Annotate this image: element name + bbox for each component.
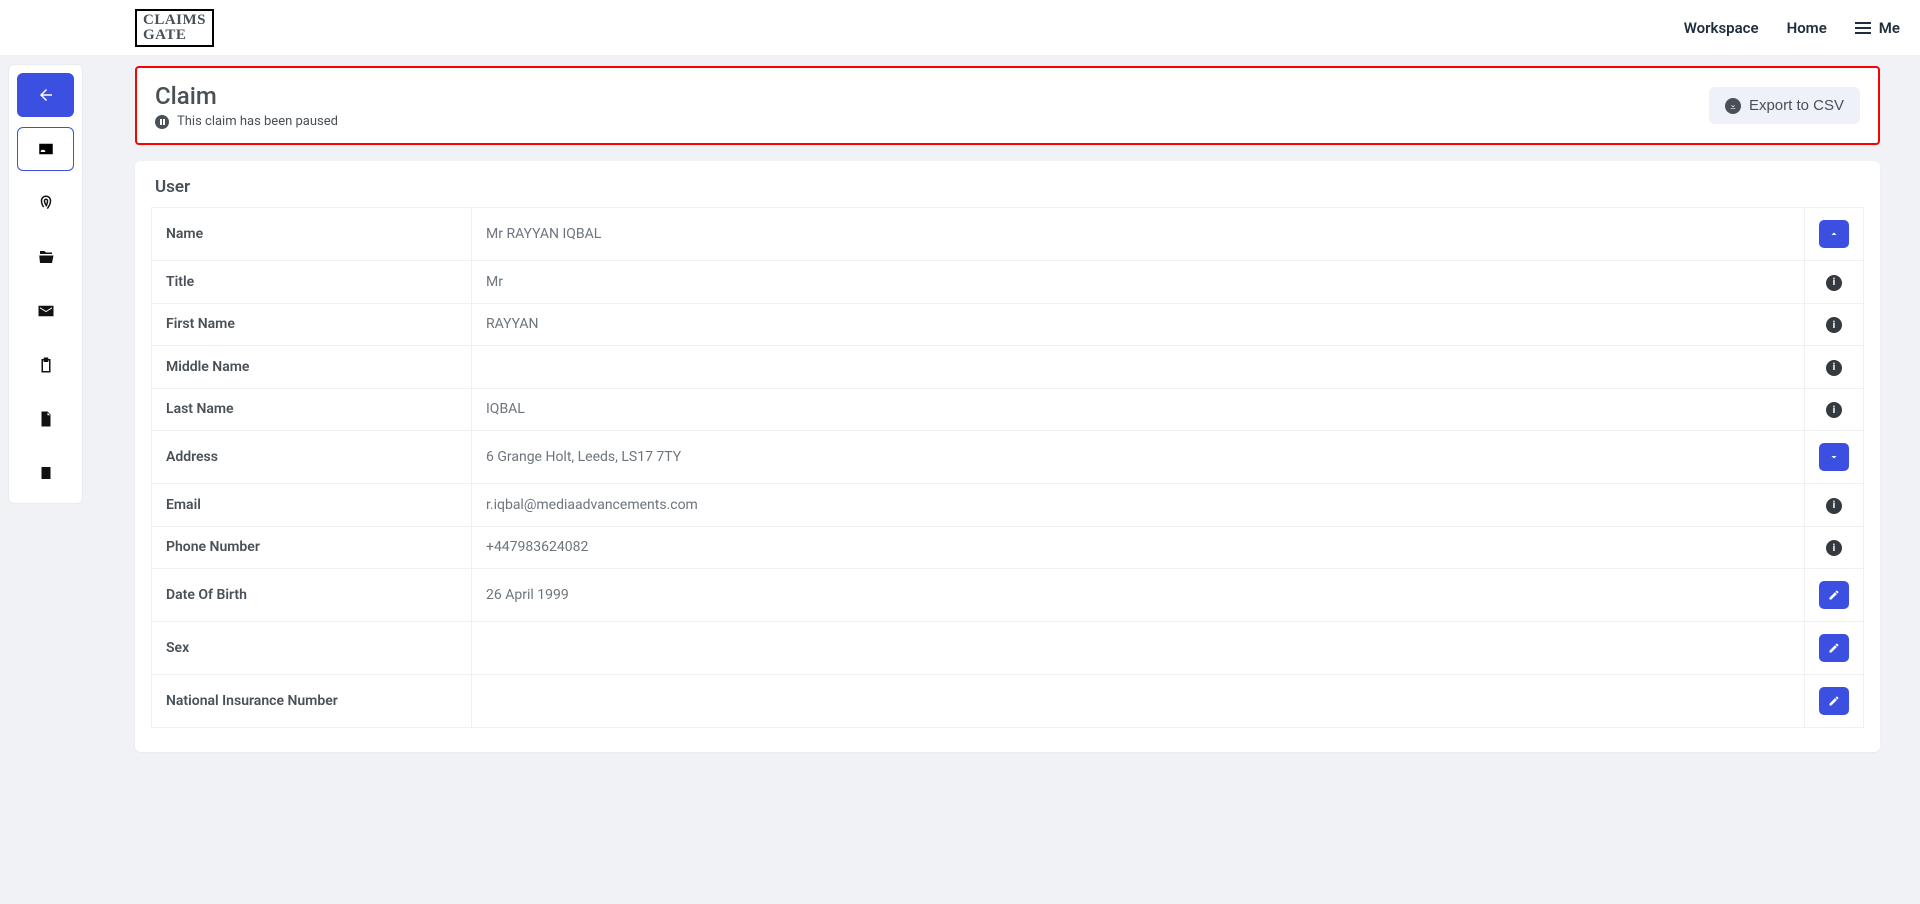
info-icon[interactable]: i <box>1826 540 1842 556</box>
field-label: Phone Number <box>152 526 472 569</box>
sidebar-item-files[interactable] <box>17 235 74 279</box>
folder-open-icon <box>37 248 55 266</box>
sidebar-item-mail[interactable] <box>17 289 74 333</box>
field-value: 6 Grange Holt, Leeds, LS17 7TY <box>472 431 1805 484</box>
claim-header-left: Claim This claim has been paused <box>155 82 338 129</box>
field-action: i <box>1805 303 1864 346</box>
field-value: Mr RAYYAN IQBAL <box>472 208 1805 261</box>
info-icon[interactable]: i <box>1826 275 1842 291</box>
top-nav: Workspace Home Me <box>1684 19 1900 37</box>
field-label: Sex <box>152 622 472 675</box>
document-icon <box>37 410 55 428</box>
sidebar-item-identity[interactable] <box>17 127 74 171</box>
field-value: RAYYAN <box>472 303 1805 346</box>
field-value <box>472 346 1805 389</box>
field-action: i <box>1805 526 1864 569</box>
brand-line2: GATE <box>143 28 206 43</box>
field-value: IQBAL <box>472 388 1805 431</box>
id-card-icon <box>37 140 55 158</box>
user-section-title: User <box>155 177 1864 197</box>
table-row: First NameRAYYAN i <box>152 303 1864 346</box>
field-action: i <box>1805 261 1864 304</box>
download-icon <box>1725 98 1741 114</box>
field-label: National Insurance Number <box>152 675 472 728</box>
table-row: Sex <box>152 622 1864 675</box>
field-label: Name <box>152 208 472 261</box>
field-action <box>1805 675 1864 728</box>
nav-me[interactable]: Me <box>1855 19 1900 37</box>
field-action: i <box>1805 346 1864 389</box>
field-value <box>472 675 1805 728</box>
collapse-button[interactable] <box>1819 220 1849 248</box>
field-label: First Name <box>152 303 472 346</box>
user-table: NameMr RAYYAN IQBALTitleMriFirst NameRAY… <box>151 207 1864 728</box>
edit-button[interactable] <box>1819 687 1849 715</box>
field-label: Address <box>152 431 472 484</box>
field-action: i <box>1805 388 1864 431</box>
sidebar-item-notes[interactable] <box>17 451 74 495</box>
info-icon[interactable]: i <box>1826 317 1842 333</box>
table-row: TitleMr i <box>152 261 1864 304</box>
back-button[interactable] <box>17 73 74 117</box>
mail-icon <box>37 302 55 320</box>
sidebar <box>8 64 83 504</box>
sidebar-item-document[interactable] <box>17 397 74 441</box>
table-row: National Insurance Number <box>152 675 1864 728</box>
table-row: Address6 Grange Holt, Leeds, LS17 7TY <box>152 431 1864 484</box>
table-row: Date Of Birth26 April 1999 <box>152 569 1864 622</box>
sidebar-item-clipboard[interactable] <box>17 343 74 387</box>
arrow-left-icon <box>37 86 55 104</box>
pause-icon <box>155 115 169 129</box>
field-action <box>1805 431 1864 484</box>
table-row: Emailr.iqbal@mediaadvancements.com i <box>152 484 1864 527</box>
claim-header-card: Claim This claim has been paused Export … <box>135 66 1880 145</box>
field-label: Middle Name <box>152 346 472 389</box>
top-bar: CLAIMS GATE Workspace Home Me <box>0 0 1920 56</box>
nav-workspace[interactable]: Workspace <box>1684 19 1759 37</box>
expand-button[interactable] <box>1819 443 1849 471</box>
main-content: Claim This claim has been paused Export … <box>95 56 1920 772</box>
edit-button[interactable] <box>1819 634 1849 662</box>
table-row: Middle Name i <box>152 346 1864 389</box>
field-action <box>1805 208 1864 261</box>
table-row: Phone Number+447983624082 i <box>152 526 1864 569</box>
edit-button[interactable] <box>1819 581 1849 609</box>
field-label: Date Of Birth <box>152 569 472 622</box>
field-value: +447983624082 <box>472 526 1805 569</box>
page-title: Claim <box>155 82 338 110</box>
field-value: r.iqbal@mediaadvancements.com <box>472 484 1805 527</box>
claim-status: This claim has been paused <box>155 114 338 129</box>
notes-icon <box>37 464 55 482</box>
export-csv-button[interactable]: Export to CSV <box>1709 87 1860 124</box>
field-label: Last Name <box>152 388 472 431</box>
export-csv-label: Export to CSV <box>1749 97 1844 114</box>
info-icon[interactable]: i <box>1826 402 1842 418</box>
field-value: 26 April 1999 <box>472 569 1805 622</box>
info-icon[interactable]: i <box>1826 498 1842 514</box>
table-row: Last NameIQBAL i <box>152 388 1864 431</box>
field-action <box>1805 622 1864 675</box>
nav-home[interactable]: Home <box>1787 19 1827 37</box>
sidebar-item-fingerprint[interactable] <box>17 181 74 225</box>
field-value <box>472 622 1805 675</box>
field-action: i <box>1805 484 1864 527</box>
clipboard-icon <box>37 356 55 374</box>
info-icon[interactable]: i <box>1826 360 1842 376</box>
table-row: NameMr RAYYAN IQBAL <box>152 208 1864 261</box>
field-value: Mr <box>472 261 1805 304</box>
claim-status-text: This claim has been paused <box>177 114 338 129</box>
brand-logo: CLAIMS GATE <box>135 9 214 47</box>
brand-line1: CLAIMS <box>143 13 206 28</box>
field-label: Email <box>152 484 472 527</box>
nav-me-label: Me <box>1879 19 1900 37</box>
field-action <box>1805 569 1864 622</box>
fingerprint-icon <box>37 194 55 212</box>
menu-icon <box>1855 22 1871 34</box>
field-label: Title <box>152 261 472 304</box>
user-panel: User NameMr RAYYAN IQBALTitleMriFirst Na… <box>135 161 1880 752</box>
